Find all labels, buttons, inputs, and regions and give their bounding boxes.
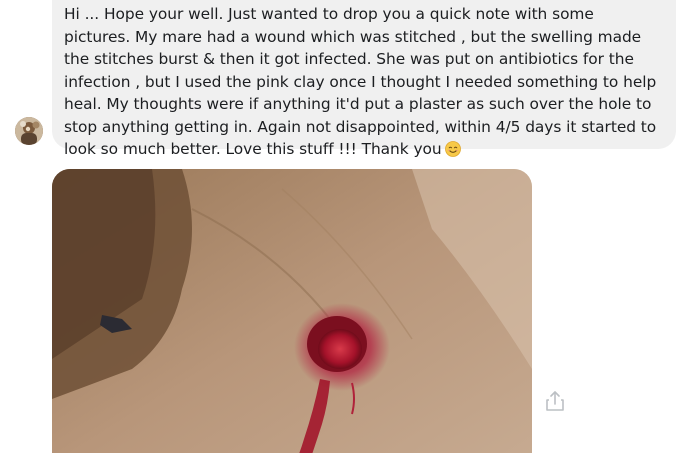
message-text: Hi ... Hope your well. Just wanted to dr…	[64, 3, 664, 161]
message-body: Hi ... Hope your well. Just wanted to dr…	[64, 5, 657, 158]
sender-avatar[interactable]	[15, 117, 43, 145]
share-icon	[546, 391, 564, 411]
message-photo[interactable]	[52, 169, 532, 453]
smiling-face-emoji	[444, 141, 461, 157]
message-bubble[interactable]: Hi ... Hope your well. Just wanted to dr…	[52, 0, 676, 158]
messenger-conversation: Hi ... Hope your well. Just wanted to dr…	[0, 0, 682, 453]
share-button[interactable]	[543, 389, 567, 413]
